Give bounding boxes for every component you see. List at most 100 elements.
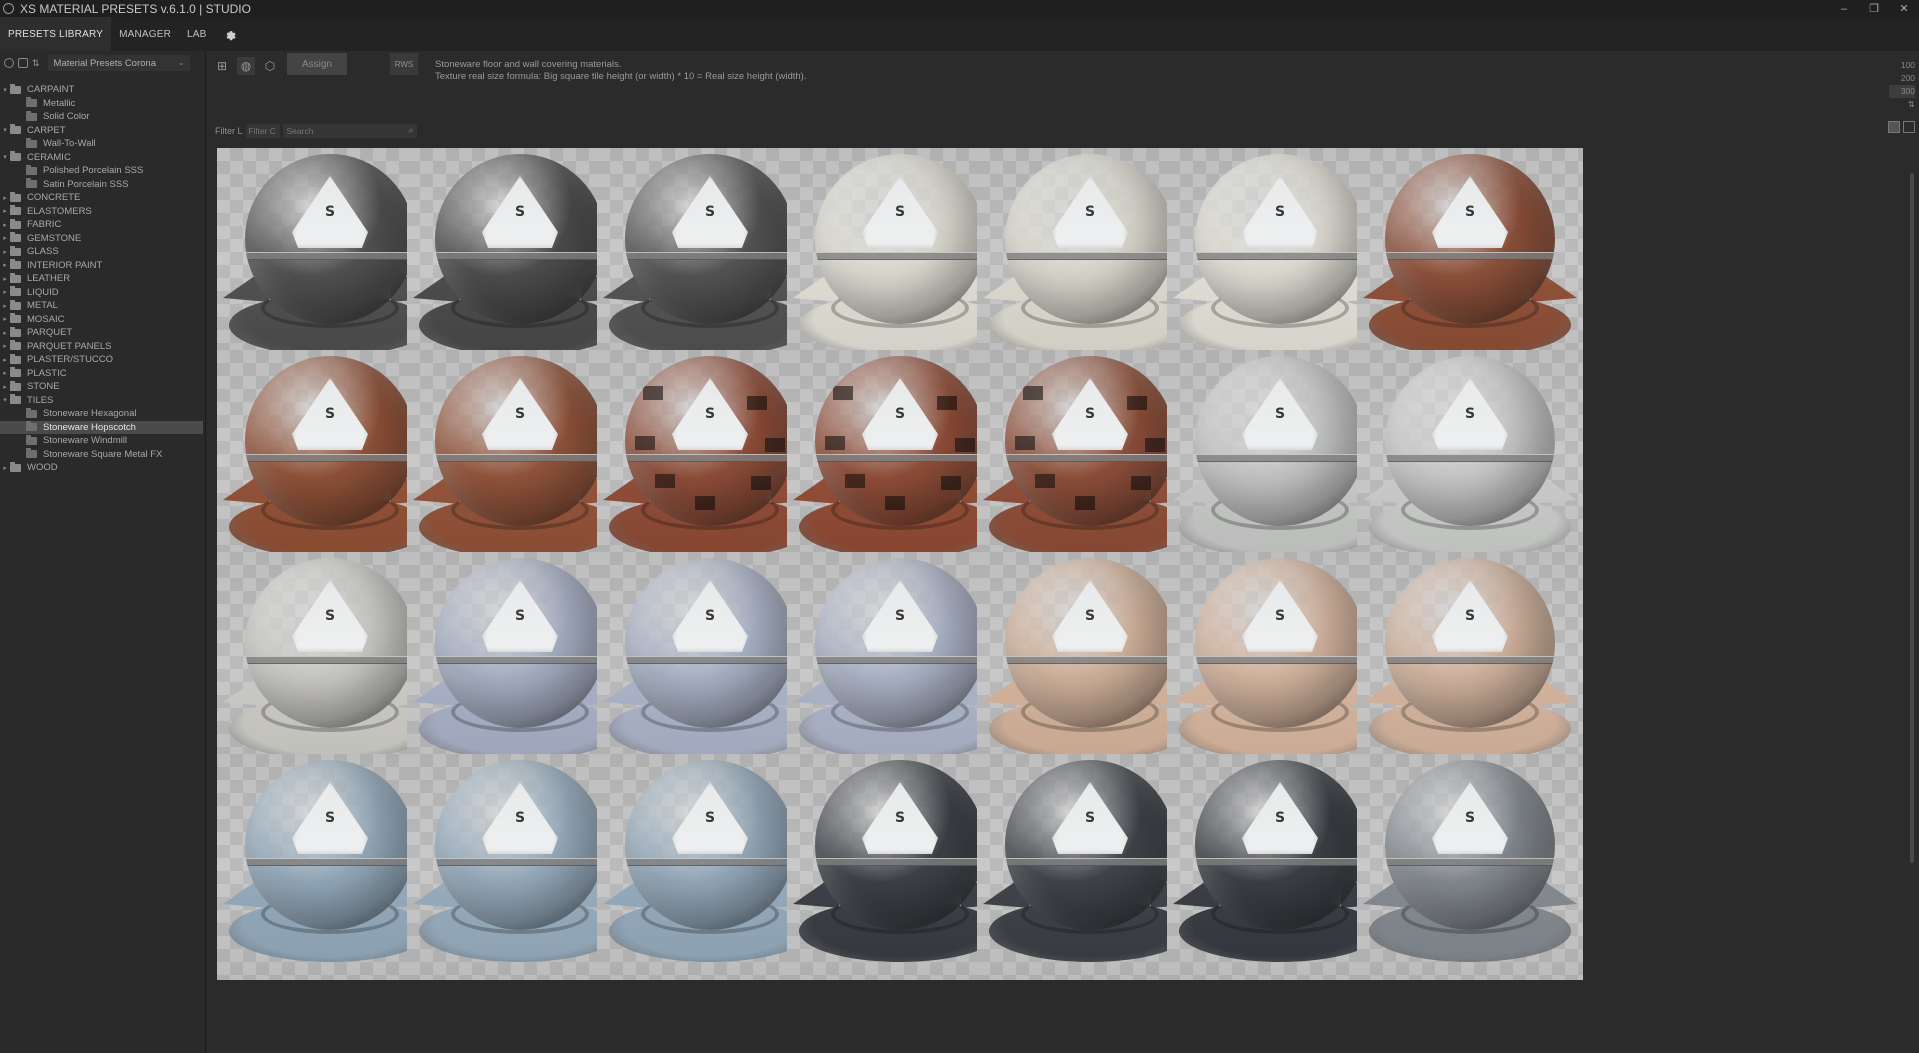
tab-lab[interactable]: LAB [179,17,215,51]
tree-category[interactable]: ▸ PARQUET PANELS [0,340,205,354]
chevron-right-icon[interactable]: ▸ [0,288,10,296]
thumbnail-view-icon[interactable] [1888,121,1900,133]
chevron-right-icon[interactable]: ▸ [0,315,10,323]
tab-presets-library[interactable]: PRESETS LIBRARY [0,17,112,51]
tree-category[interactable]: ▸ ELASTOMERS [0,205,205,219]
shader-ball-icon[interactable]: ◍ [237,57,255,75]
rws-button[interactable]: RWS [390,53,418,75]
tree-subcategory[interactable]: Wall-To-Wall [0,137,205,151]
chevron-right-icon[interactable]: ▸ [0,369,10,377]
material-thumbnail[interactable]: S [1357,552,1583,778]
chevron-down-icon[interactable]: ▾ [0,396,10,404]
filter-dropdown[interactable]: Filter C [245,124,280,138]
tree-category[interactable]: ▸ LIQUID [0,286,205,300]
tree-category[interactable]: ▸ PLASTER/STUCCO [0,353,205,367]
chevron-down-icon[interactable]: ▾ [0,126,10,134]
tree-category[interactable]: ▸ INTERIOR PAINT [0,259,205,273]
chevron-down-icon[interactable]: ▾ [0,153,10,161]
preview-ring [261,692,399,732]
chevron-right-icon[interactable]: ▸ [0,221,10,229]
chevron-right-icon[interactable]: ▸ [0,342,10,350]
preview-ring [451,894,589,934]
sort-icon[interactable]: ⇅ [32,58,40,69]
assign-button[interactable]: Assign [287,53,347,75]
tree-category[interactable]: ▾ CARPAINT [0,83,205,97]
folder-icon [26,164,37,175]
chevron-right-icon[interactable]: ▸ [0,383,10,391]
tree-category[interactable]: ▸ FABRIC [0,218,205,232]
tree-category[interactable]: ▸ PARQUET [0,326,205,340]
size-option-200[interactable]: 200 [1889,72,1915,85]
tree-category[interactable]: ▾ TILES [0,394,205,408]
grid-view-icon[interactable]: ⊞ [213,57,231,75]
tree-subcategory[interactable]: Stoneware Hexagonal [0,407,205,421]
tree-category[interactable]: ▸ METAL [0,299,205,313]
tree-category[interactable]: ▸ MOSAIC [0,313,205,327]
tree-category[interactable]: ▸ LEATHER [0,272,205,286]
save-icon[interactable] [18,58,28,68]
tree-category[interactable]: ▸ STONE [0,380,205,394]
tree-category[interactable]: ▸ PLASTIC [0,367,205,381]
list-view-icon[interactable] [1903,121,1915,133]
size-option-100[interactable]: 100 [1889,59,1915,72]
chevron-right-icon[interactable]: ▸ [0,207,10,215]
preview-base [609,698,811,760]
preview-sphere: S [435,356,605,526]
gear-icon[interactable] [223,27,237,41]
search-icon[interactable]: ⌕ [408,125,413,136]
material-thumbnail[interactable]: S [1357,350,1583,576]
studio-logo-icon: S [514,406,526,422]
dark-tile-mark [955,438,975,452]
sort-order-icon[interactable]: ⇅ [1889,98,1915,111]
search-input[interactable]: Search ⌕ [282,124,417,138]
category-description: Stoneware floor and wall covering materi… [435,59,806,83]
close-button[interactable]: ✕ [1889,0,1919,17]
preview-base [229,900,431,962]
library-select[interactable]: Material Presets Corona ⌄ [47,55,190,71]
preview-window [862,176,938,248]
chevron-right-icon[interactable]: ▸ [0,464,10,472]
globe-icon[interactable] [4,58,14,68]
tree-category[interactable]: ▸ CONCRETE [0,191,205,205]
chevron-down-icon[interactable]: ▾ [0,86,10,94]
restore-button[interactable]: ❐ [1859,0,1889,17]
chevron-right-icon[interactable]: ▸ [0,194,10,202]
preview-spike [793,670,839,706]
chevron-right-icon[interactable]: ▸ [0,234,10,242]
tab-manager[interactable]: MANAGER [111,17,179,51]
tree-subcategory[interactable]: Stoneware Hopscotch [0,420,203,434]
minimize-button[interactable]: – [1829,0,1859,17]
preview-ring [1021,894,1159,934]
chevron-right-icon[interactable]: ▸ [0,302,10,310]
chevron-right-icon[interactable]: ▸ [0,261,10,269]
tree-label: TILES [27,394,54,406]
chevron-right-icon[interactable]: ▸ [0,329,10,337]
tree-subcategory[interactable]: Polished Porcelain SSS [0,164,205,178]
preview-window [1052,378,1128,450]
tree-subcategory[interactable]: Satin Porcelain SSS [0,178,205,192]
tree-category[interactable]: ▸ WOOD [0,461,205,475]
preview-sphere: S [1195,356,1365,526]
tree-category[interactable]: ▾ CARPET [0,124,205,138]
preview-base [1369,294,1571,356]
tree-subcategory[interactable]: Solid Color [0,110,205,124]
tree-subcategory[interactable]: Stoneware Square Metal FX [0,448,205,462]
preview-band [815,454,985,462]
cube-icon[interactable]: ⬡ [261,57,279,75]
material-card[interactable]: S [1357,754,1583,1000]
tree-subcategory[interactable]: Stoneware Windmill [0,434,205,448]
tree-category[interactable]: ▾ CERAMIC [0,151,205,165]
size-option-300[interactable]: 300 [1889,85,1915,98]
preview-sphere: S [815,760,985,930]
chevron-right-icon[interactable]: ▸ [0,356,10,364]
tree-category[interactable]: ▸ GLASS [0,245,205,259]
tree-category[interactable]: ▸ GEMSTONE [0,232,205,246]
chevron-right-icon[interactable]: ▸ [0,248,10,256]
preview-window [292,176,368,248]
scrollbar-thumb[interactable] [1910,173,1914,863]
chevron-right-icon[interactable]: ▸ [0,275,10,283]
material-thumbnail[interactable]: S [1357,148,1583,374]
preview-ring [1211,288,1349,328]
material-thumbnail[interactable]: S [1357,754,1583,980]
tree-subcategory[interactable]: Metallic [0,97,205,111]
